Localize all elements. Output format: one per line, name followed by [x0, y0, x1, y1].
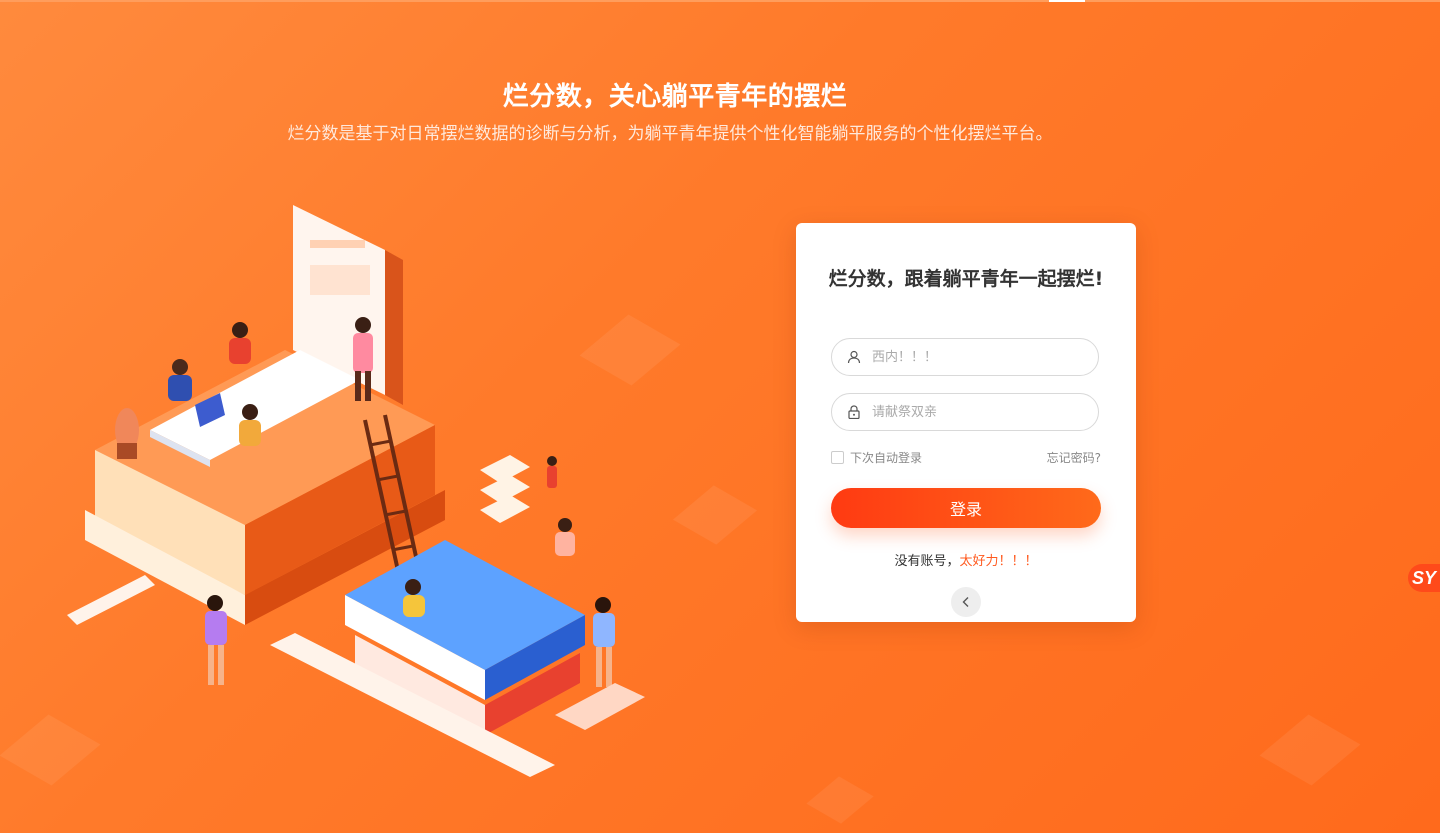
chevron-left-icon	[960, 593, 972, 612]
remember-label: 下次自动登录	[850, 451, 923, 465]
lock-icon	[846, 404, 862, 420]
isometric-office-illustration	[67, 205, 645, 777]
bg-decoration	[1259, 714, 1361, 786]
top-strip	[0, 0, 1440, 2]
register-link[interactable]: 太好力！！！	[960, 554, 1038, 569]
register-prefix: 没有账号，	[894, 554, 960, 569]
remember-me[interactable]: 下次自动登录	[831, 449, 922, 466]
login-card: 烂分数，跟着躺平青年一起摆烂! 下次自动登录	[796, 223, 1136, 622]
password-field[interactable]	[831, 393, 1099, 431]
login-page: 烂分数，关心躺平青年的摆烂 烂分数是基于对日常摆烂数据的诊断与分析，为躺平青年提…	[0, 0, 1440, 833]
login-button[interactable]: 登录	[831, 488, 1101, 528]
username-field[interactable]	[831, 338, 1099, 376]
page-title: 烂分数，关心躺平青年的摆烂	[502, 82, 848, 112]
bg-decoration	[806, 776, 874, 824]
user-icon	[846, 349, 862, 365]
page-subtitle: 烂分数是基于对日常摆烂数据的诊断与分析，为躺平青年提供个性化智能躺平服务的个性化…	[287, 124, 1053, 144]
remember-checkbox[interactable]	[831, 451, 844, 464]
password-input[interactable]	[870, 403, 1074, 421]
login-card-title: 烂分数，跟着躺平青年一起摆烂!	[828, 268, 1104, 290]
register-prompt: 没有账号，太好力！！！	[796, 550, 1136, 569]
back-button[interactable]	[951, 587, 981, 617]
forgot-password-link[interactable]: 忘记密码?	[1047, 449, 1101, 466]
side-logo[interactable]: SY	[1408, 564, 1440, 592]
username-input[interactable]	[870, 348, 1074, 366]
top-indicator	[1049, 0, 1085, 2]
